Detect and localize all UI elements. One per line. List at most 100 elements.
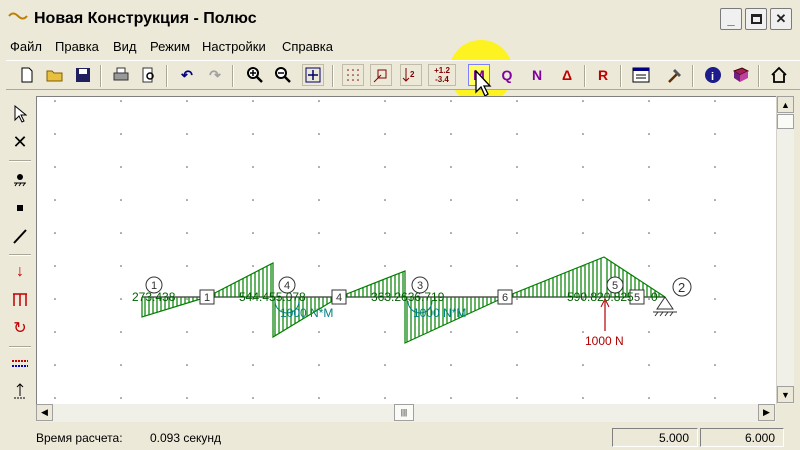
arrow-right-icon: ▶: [763, 407, 770, 417]
grid-dot: [648, 397, 650, 399]
grid-dot: [648, 166, 650, 168]
grid-dot: [516, 133, 518, 135]
reactions-button[interactable]: R: [592, 64, 614, 86]
temperature-load-icon: [12, 360, 28, 367]
support-tool-button[interactable]: [8, 168, 32, 192]
grid-dot: [54, 364, 56, 366]
scroll-up-button[interactable]: ▲: [777, 96, 794, 113]
home-button[interactable]: [768, 64, 790, 86]
report-button[interactable]: [630, 64, 652, 86]
coordinates-icon: 2: [402, 68, 415, 82]
zoom-fit-button[interactable]: [302, 64, 324, 86]
temperature-load-tool-button[interactable]: [8, 352, 32, 376]
grid-dot: [516, 364, 518, 366]
grid-dots: [54, 100, 716, 399]
zoom-out-button[interactable]: [272, 64, 294, 86]
moment-tool-button[interactable]: ↻: [8, 316, 32, 340]
value-5: 0: [651, 290, 658, 304]
scale-values-button[interactable]: +1.2 -3.4: [428, 64, 456, 86]
printer-icon: [113, 67, 129, 81]
grid-dot: [252, 364, 254, 366]
redo-icon: ↷: [209, 66, 221, 83]
app-window: Новая Конструкция - Полюс _ ✕ Файл Правк…: [0, 0, 800, 450]
minimize-button[interactable]: _: [720, 8, 742, 30]
grid-dot: [120, 199, 122, 201]
grid-dot: [582, 100, 584, 102]
undo-button[interactable]: ↶: [176, 64, 198, 86]
grid-dot: [714, 100, 716, 102]
value-4: 590.820.825: [567, 290, 634, 304]
arrow-pointer-icon: [14, 105, 27, 123]
shear-diagram-button[interactable]: Q: [496, 64, 518, 86]
grid-dot: [516, 232, 518, 234]
grid-dot: [54, 199, 56, 201]
close-button[interactable]: ✕: [770, 8, 792, 30]
displacement-tool-button[interactable]: [8, 380, 32, 404]
open-file-button[interactable]: [44, 64, 66, 86]
print-button[interactable]: [110, 64, 132, 86]
scroll-left-button[interactable]: ◀: [36, 404, 53, 421]
redo-button[interactable]: ↷: [204, 64, 226, 86]
zoom-in-button[interactable]: [244, 64, 266, 86]
grid-dot: [318, 100, 320, 102]
grid-dot: [120, 100, 122, 102]
menu-mode[interactable]: Режим: [150, 39, 190, 54]
select-tool-button[interactable]: [8, 102, 32, 126]
cross-icon: ✕: [12, 131, 28, 152]
grid-dot: [186, 298, 188, 300]
title-bar: Новая Конструкция - Полюс _ ✕: [0, 0, 800, 38]
point-force-tool-button[interactable]: ↓: [8, 260, 32, 284]
element-tool-button[interactable]: [8, 224, 32, 248]
svg-text:2: 2: [410, 70, 415, 79]
line-element-icon: [13, 229, 27, 244]
calculate-button[interactable]: [664, 64, 686, 86]
grid-dot: [252, 133, 254, 135]
grid-dot: [318, 331, 320, 333]
normal-force-button[interactable]: N: [526, 64, 548, 86]
menu-help[interactable]: Справка: [282, 39, 333, 54]
save-button[interactable]: [72, 64, 94, 86]
value-1: 273.438: [132, 290, 176, 304]
node-tool-button[interactable]: [8, 196, 32, 220]
maximize-icon: [750, 14, 762, 24]
about-button[interactable]: i: [702, 64, 724, 86]
coordinates-button[interactable]: 2: [400, 64, 422, 86]
delete-tool-button[interactable]: ✕: [8, 130, 32, 154]
grid-dot: [120, 232, 122, 234]
menu-settings[interactable]: Настройки: [202, 39, 266, 54]
vertical-scrollbar[interactable]: ▲ ▼: [776, 96, 794, 404]
scale-bottom-label: -3.4: [435, 75, 449, 84]
print-preview-button[interactable]: [138, 64, 160, 86]
moment-label-1: 1000 N*M: [280, 306, 333, 320]
horizontal-scrollbar[interactable]: ◀ ||| ▶: [36, 404, 776, 422]
maximize-button[interactable]: [745, 8, 767, 30]
grid-dot: [252, 265, 254, 267]
grid-dot: [714, 397, 716, 399]
horizontal-scroll-thumb[interactable]: |||: [394, 404, 414, 421]
deformation-button[interactable]: Δ: [556, 64, 578, 86]
snap-node-button[interactable]: [370, 64, 392, 86]
toolbar-separator: [100, 65, 102, 87]
menu-view[interactable]: Вид: [113, 39, 137, 54]
new-file-button[interactable]: [16, 64, 38, 86]
grid-dot: [516, 166, 518, 168]
displacement-icon: [14, 383, 26, 399]
grid-dot: [516, 331, 518, 333]
distributed-load-tool-button[interactable]: [8, 288, 32, 312]
scroll-right-button[interactable]: ▶: [758, 404, 775, 421]
mouse-cursor-icon: [475, 70, 492, 97]
scroll-down-button[interactable]: ▼: [777, 386, 794, 403]
drawing-canvas[interactable]: 1 4 3 5 2 1 4 6 5 273.438 544.455.078 36…: [36, 96, 776, 404]
menu-edit[interactable]: Правка: [55, 39, 99, 54]
grid-dot: [54, 265, 56, 267]
x-coordinate-field: 5.000: [612, 428, 698, 447]
grid-dot: [582, 166, 584, 168]
hammer-icon: [668, 69, 681, 83]
vertical-scroll-thumb[interactable]: [777, 114, 794, 129]
grid-toggle-button[interactable]: [342, 64, 364, 86]
help-book-button[interactable]: [730, 64, 752, 86]
grid-dot: [714, 232, 716, 234]
menu-file[interactable]: Файл: [10, 39, 42, 54]
main-toolbar: ↶ ↷ 2 +1.2 -3.4 M Q N Δ R: [6, 60, 800, 90]
grid-dot: [120, 133, 122, 135]
